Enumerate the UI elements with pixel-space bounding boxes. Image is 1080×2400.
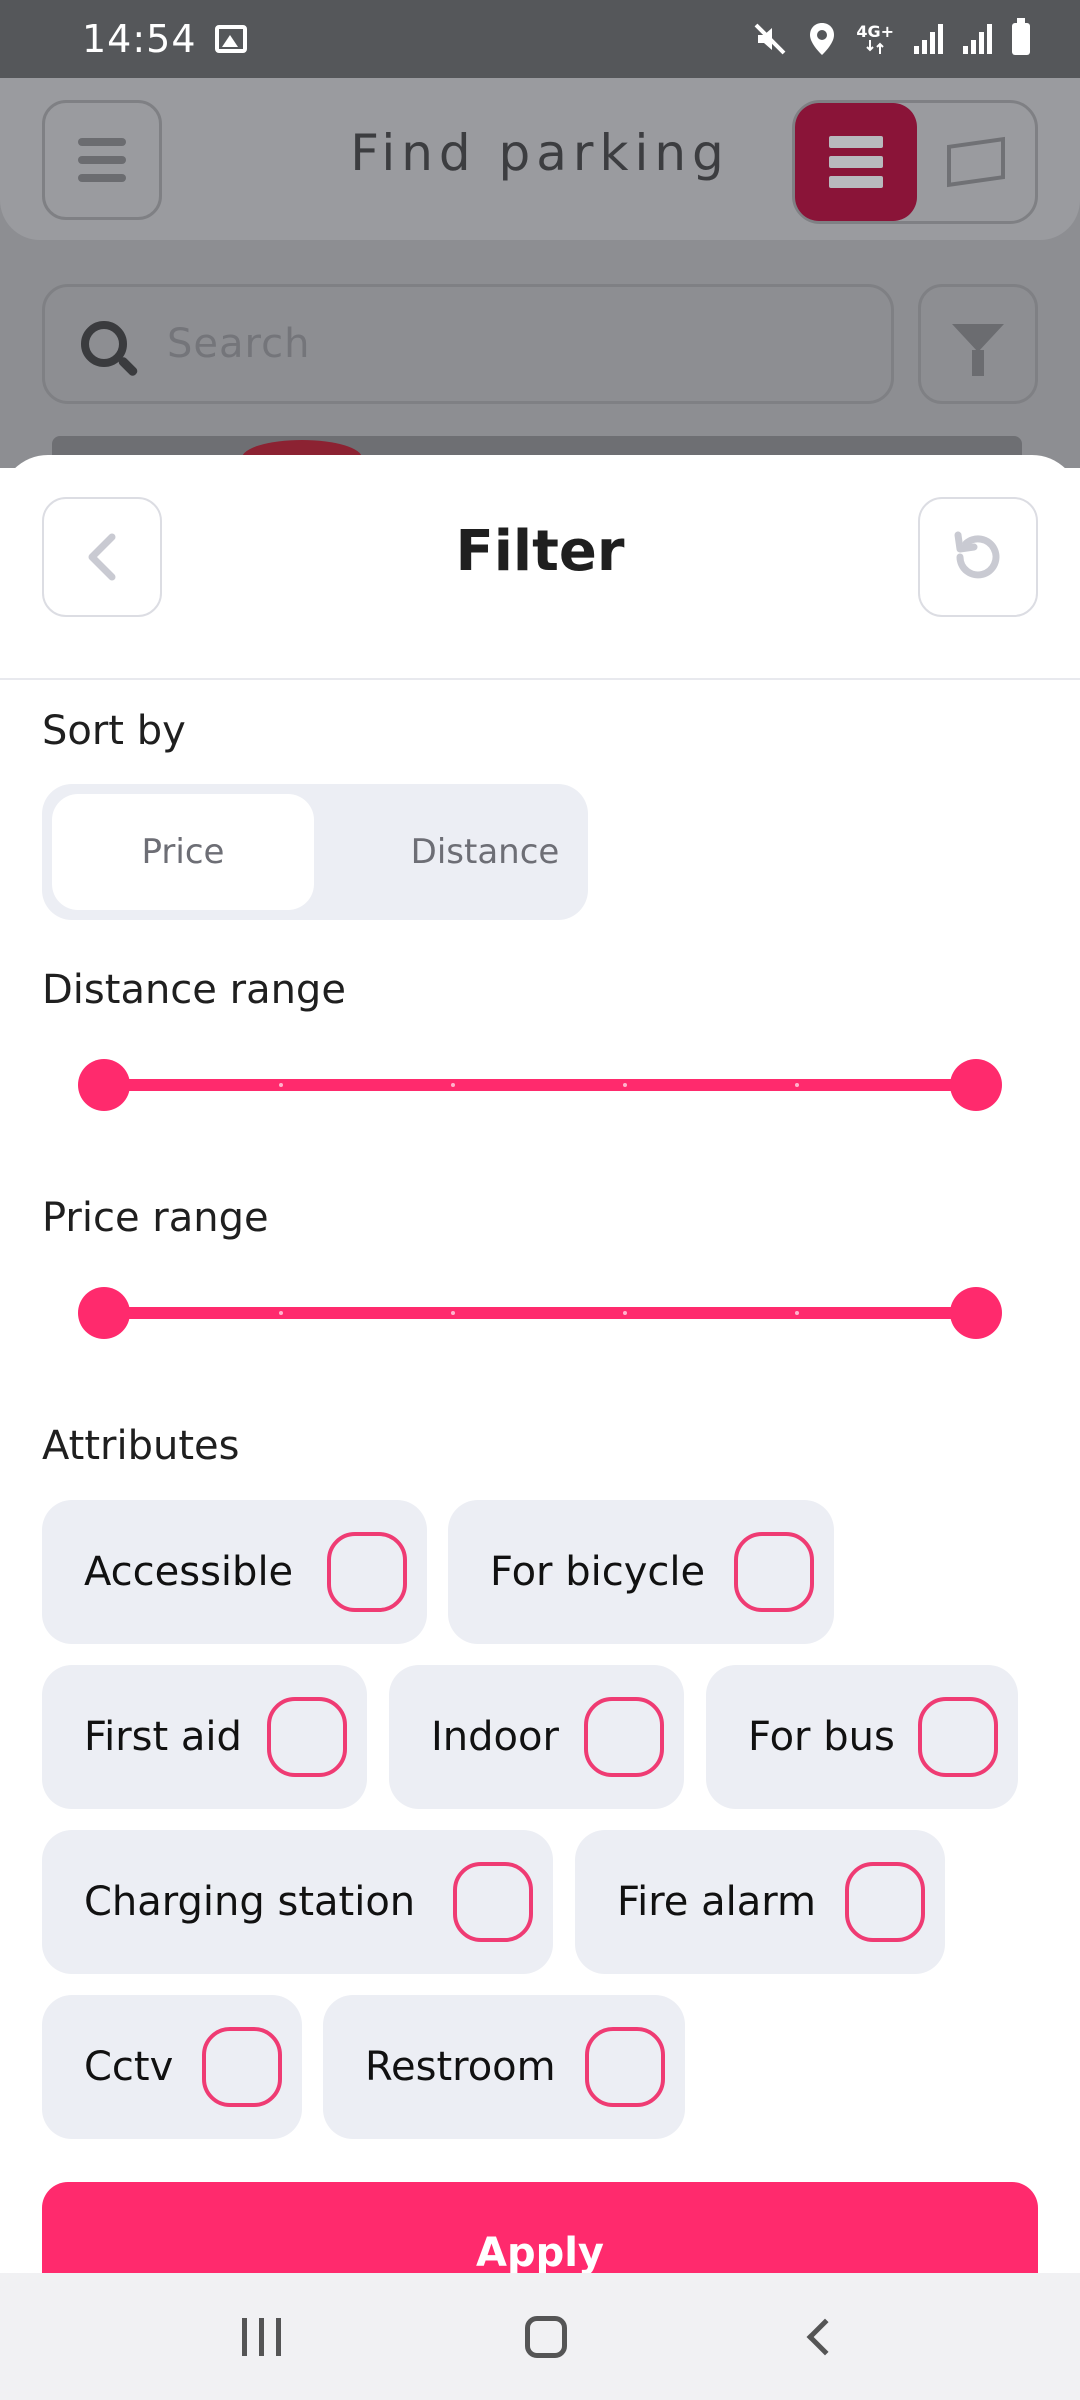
slider-tick xyxy=(279,1311,283,1315)
4g-icon: 4G+ xyxy=(856,19,894,59)
slider-thumb-max[interactable] xyxy=(950,1059,1002,1111)
list-view-icon[interactable] xyxy=(795,103,917,221)
back-nav-icon[interactable] xyxy=(806,2318,844,2355)
attribute-checkbox[interactable] xyxy=(327,1532,407,1612)
status-time: 14:54 xyxy=(82,17,197,61)
network-label: 4G+ xyxy=(856,22,894,41)
attributes-label: Attributes xyxy=(42,1423,240,1469)
attribute-chip-fire-alarm[interactable]: Fire alarm xyxy=(575,1830,945,1974)
slider-tick xyxy=(795,1083,799,1087)
slider-tick xyxy=(279,1083,283,1087)
attribute-label: Accessible xyxy=(84,1549,294,1595)
attribute-checkbox[interactable] xyxy=(267,1697,347,1777)
filter-icon xyxy=(952,324,1004,376)
attribute-checkbox[interactable] xyxy=(918,1697,998,1777)
battery-icon xyxy=(1012,18,1030,55)
distance-range-slider[interactable] xyxy=(78,1057,1002,1113)
attribute-chip-cctv[interactable]: Cctv xyxy=(42,1995,302,2139)
sort-option-distance[interactable]: Distance xyxy=(354,794,616,910)
attribute-checkbox[interactable] xyxy=(584,1697,664,1777)
reset-icon xyxy=(954,531,1000,579)
view-toggle[interactable] xyxy=(792,100,1038,224)
attribute-chip-indoor[interactable]: Indoor xyxy=(389,1665,684,1809)
attribute-label: For bicycle xyxy=(490,1549,706,1595)
reset-button[interactable] xyxy=(918,497,1038,617)
distance-range-label: Distance range xyxy=(42,967,346,1013)
attribute-label: Cctv xyxy=(84,2044,174,2090)
attribute-chip-charging-station[interactable]: Charging station xyxy=(42,1830,553,1974)
filter-header: Filter xyxy=(0,455,1080,680)
slider-track xyxy=(104,1079,976,1091)
slider-tick xyxy=(795,1311,799,1315)
attribute-checkbox[interactable] xyxy=(585,2027,665,2107)
slider-track xyxy=(104,1307,976,1319)
attribute-label: Charging station xyxy=(84,1879,416,1925)
slider-thumb-min[interactable] xyxy=(78,1287,130,1339)
image-notification-icon xyxy=(214,25,247,53)
attribute-chip-accessible[interactable]: Accessible xyxy=(42,1500,427,1644)
recent-apps-icon[interactable] xyxy=(242,2317,282,2356)
slider-thumb-min[interactable] xyxy=(78,1059,130,1111)
slider-thumb-max[interactable] xyxy=(950,1287,1002,1339)
attribute-chip-first-aid[interactable]: First aid xyxy=(42,1665,367,1809)
attribute-chip-for-bus[interactable]: For bus xyxy=(706,1665,1018,1809)
background-header: Find parking xyxy=(0,78,1080,240)
slider-tick xyxy=(623,1311,627,1315)
system-nav-bar xyxy=(0,2273,1080,2400)
location-icon xyxy=(808,19,836,59)
map-view-icon[interactable] xyxy=(947,136,1005,188)
apply-button[interactable]: Apply xyxy=(42,2182,1038,2273)
background-screen: Find parking Search xyxy=(0,78,1080,476)
sort-segmented-control: Price Distance xyxy=(42,784,588,920)
attribute-checkbox[interactable] xyxy=(734,1532,814,1612)
slider-tick xyxy=(451,1083,455,1087)
attribute-checkbox[interactable] xyxy=(845,1862,925,1942)
price-range-slider[interactable] xyxy=(78,1285,1002,1341)
sort-option-price[interactable]: Price xyxy=(52,794,314,910)
slider-tick xyxy=(623,1083,627,1087)
attribute-label: Restroom xyxy=(365,2044,556,2090)
search-placeholder: Search xyxy=(167,321,311,367)
slider-tick xyxy=(451,1311,455,1315)
attribute-chip-restroom[interactable]: Restroom xyxy=(323,1995,685,2139)
attribute-chip-for-bicycle[interactable]: For bicycle xyxy=(448,1500,834,1644)
status-icons: 4G+ xyxy=(752,18,1030,59)
attribute-label: Indoor xyxy=(431,1714,559,1760)
filter-button[interactable] xyxy=(918,284,1038,404)
signal-icon xyxy=(914,24,943,54)
search-input[interactable]: Search xyxy=(42,284,894,404)
price-range-label: Price range xyxy=(42,1195,269,1241)
search-icon xyxy=(81,321,127,367)
filter-sheet: Filter Sort by Price Distance Distance r… xyxy=(0,455,1080,2273)
home-icon[interactable] xyxy=(525,2315,568,2358)
attribute-checkbox[interactable] xyxy=(202,2027,282,2107)
attribute-label: For bus xyxy=(748,1714,895,1760)
attribute-label: Fire alarm xyxy=(617,1879,816,1925)
attribute-label: First aid xyxy=(84,1714,242,1760)
signal-icon xyxy=(963,24,992,54)
mute-icon xyxy=(752,19,788,59)
sort-by-label: Sort by xyxy=(42,708,186,754)
status-bar: 14:54 4G+ xyxy=(0,0,1080,78)
attribute-checkbox[interactable] xyxy=(453,1862,533,1942)
